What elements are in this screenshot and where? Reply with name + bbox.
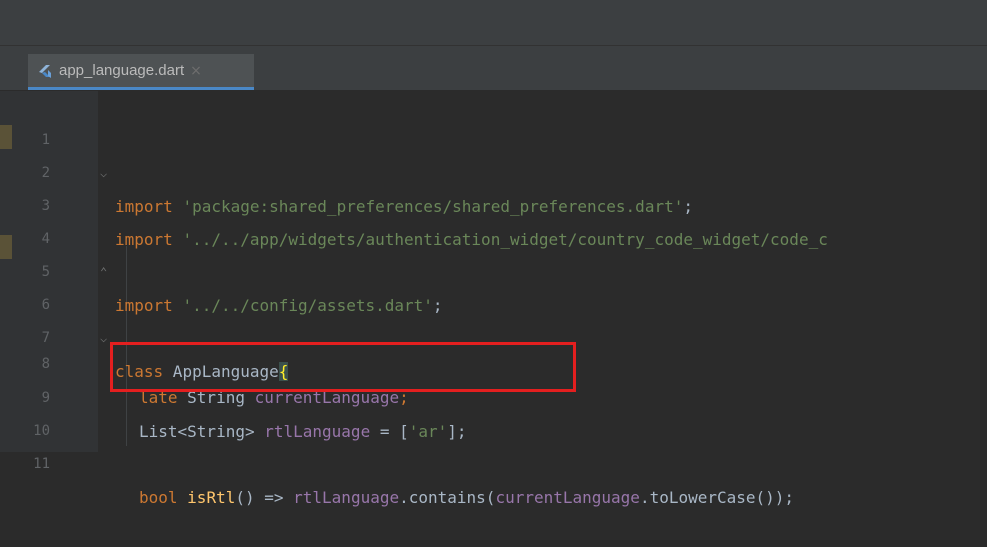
method-call: .toLowerCase()); xyxy=(639,488,795,507)
type: bool xyxy=(139,488,188,507)
tab-filename: app_language.dart xyxy=(59,62,185,79)
flutter-dart-file-icon xyxy=(37,63,53,79)
code-line: 5 xyxy=(28,223,987,280)
tab-app-language-dart[interactable]: app_language.dart × xyxy=(28,54,254,90)
red-highlight-box xyxy=(110,342,576,392)
function-name: isRtl xyxy=(187,488,236,507)
punct: () => xyxy=(235,488,294,507)
line-number: 11 xyxy=(33,456,50,472)
code-line: 2 xyxy=(28,124,987,181)
field: rtlLanguage xyxy=(293,488,400,507)
method-call: .contains( xyxy=(399,488,496,507)
code-line: 3 import '../../app/widgets/authenticati… xyxy=(28,157,987,249)
ide-toolbar xyxy=(0,0,987,46)
code-line: 11 bool isRtl() => rtlLanguage.contains(… xyxy=(28,415,987,507)
field: currentLanguage xyxy=(495,488,640,507)
code-editor[interactable]: 1 ⌵ import 'package:shared_preferences/s… xyxy=(28,91,987,507)
left-tool-strip xyxy=(0,91,28,452)
bookmark-marker xyxy=(0,125,12,149)
tab-close-icon[interactable]: × xyxy=(190,63,202,79)
code-line: 1 ⌵ import 'package:shared_preferences/s… xyxy=(28,91,987,216)
bookmark-marker xyxy=(0,235,12,259)
code-line: 4 ⌃ import '../../config/assets.dart'; xyxy=(28,190,987,315)
code-line: 6 ⌵ class AppLanguage{ xyxy=(28,256,987,381)
